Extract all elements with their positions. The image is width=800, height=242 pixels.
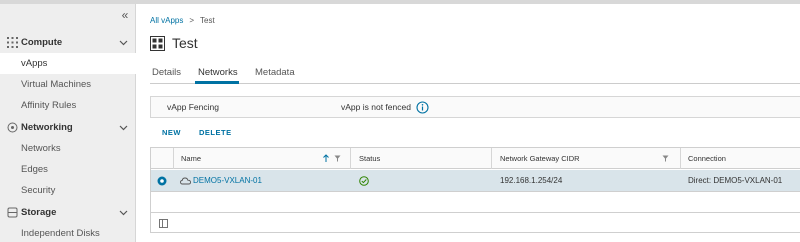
filter-icon[interactable] — [334, 155, 341, 162]
sidebar-item-security[interactable]: Security — [0, 180, 136, 201]
sidebar-section-label: Storage — [21, 207, 57, 218]
sidebar-item-independent-disks[interactable]: Independent Disks — [0, 223, 136, 242]
column-header-gateway-cidr[interactable]: Network Gateway CIDR — [500, 154, 580, 163]
breadcrumb: All vApps > Test — [150, 16, 215, 25]
table-row[interactable]: DEMO5-VXLAN-01 192.168.1.254/24 Direct: … — [151, 170, 800, 192]
sidebar-item-label: Networks — [21, 143, 61, 154]
column-header-connection[interactable]: Connection — [688, 154, 726, 163]
sidebar-item-networks[interactable]: Networks — [0, 138, 136, 159]
chevron-down-icon[interactable] — [119, 123, 128, 132]
cloud-network-icon — [180, 177, 191, 185]
breadcrumb-separator: > — [189, 16, 195, 25]
sidebar-item-label: Independent Disks — [21, 228, 100, 239]
tab-networks[interactable]: Networks — [198, 67, 238, 78]
column-separator — [350, 148, 351, 169]
sidebar-item-virtual-machines[interactable]: Virtual Machines — [0, 74, 136, 95]
sort-ascending-icon[interactable] — [322, 154, 330, 163]
sidebar-item-label: Virtual Machines — [21, 79, 92, 90]
sidebar-item-vapps[interactable]: vApps — [0, 53, 136, 74]
network-name-link[interactable]: DEMO5-VXLAN-01 — [193, 176, 262, 185]
status-ok-icon — [359, 176, 369, 186]
sidebar-section-label: Compute — [21, 37, 63, 48]
fencing-label: vApp Fencing — [167, 102, 219, 112]
sidebar-section-storage[interactable]: Storage — [0, 202, 136, 223]
column-header-status[interactable]: Status — [359, 154, 380, 163]
connection-cell: Direct: DEMO5-VXLAN-01 — [688, 176, 783, 185]
double-chevron-left-icon[interactable]: « — [118, 8, 132, 22]
sidebar-item-label: Security — [21, 185, 56, 196]
networks-datagrid: Name Status Network Gateway CIDR Connect… — [150, 147, 800, 233]
sidebar-section-networking[interactable]: Networking — [0, 117, 136, 138]
column-separator — [491, 148, 492, 169]
network-icon — [7, 122, 18, 133]
column-toggle-icon[interactable] — [159, 219, 168, 228]
new-button[interactable]: NEW — [162, 128, 181, 137]
tab-bar: Details Networks Metadata — [150, 62, 800, 84]
storage-icon — [7, 207, 18, 218]
delete-button[interactable]: DELETE — [199, 128, 232, 137]
fencing-value: vApp is not fenced — [341, 102, 411, 112]
active-tab-indicator — [195, 81, 239, 84]
tab-metadata[interactable]: Metadata — [255, 67, 295, 78]
sidebar: « Compute vApps Virtual Machines Affinit… — [0, 4, 136, 242]
sidebar-section-compute[interactable]: Compute — [0, 32, 136, 53]
grid-icon — [7, 37, 18, 48]
column-separator — [173, 148, 174, 169]
datagrid-header: Name Status Network Gateway CIDR Connect… — [151, 148, 800, 169]
sidebar-item-label: Affinity Rules — [21, 100, 77, 111]
vapp-icon — [150, 36, 165, 51]
chevron-down-icon[interactable] — [119, 208, 128, 217]
sidebar-item-label: Edges — [21, 164, 48, 175]
column-header-name[interactable]: Name — [181, 154, 201, 163]
vapp-fencing-row: vApp Fencing vApp is not fenced — [150, 96, 800, 118]
sidebar-item-label: vApps — [21, 58, 48, 69]
breadcrumb-link-all-vapps[interactable]: All vApps — [150, 16, 183, 25]
page-title: Test — [172, 35, 198, 51]
filter-icon[interactable] — [662, 155, 669, 162]
chevron-down-icon[interactable] — [119, 38, 128, 47]
datagrid-footer — [151, 212, 800, 233]
column-separator — [680, 148, 681, 169]
sidebar-item-affinity-rules[interactable]: Affinity Rules — [0, 95, 136, 116]
info-icon[interactable] — [416, 101, 429, 114]
sidebar-item-edges[interactable]: Edges — [0, 159, 136, 180]
tab-details[interactable]: Details — [152, 67, 181, 78]
radio-selected-icon[interactable] — [157, 176, 167, 186]
breadcrumb-current: Test — [200, 16, 215, 25]
sidebar-section-label: Networking — [21, 122, 73, 133]
gateway-cidr-cell: 192.168.1.254/24 — [500, 176, 563, 185]
